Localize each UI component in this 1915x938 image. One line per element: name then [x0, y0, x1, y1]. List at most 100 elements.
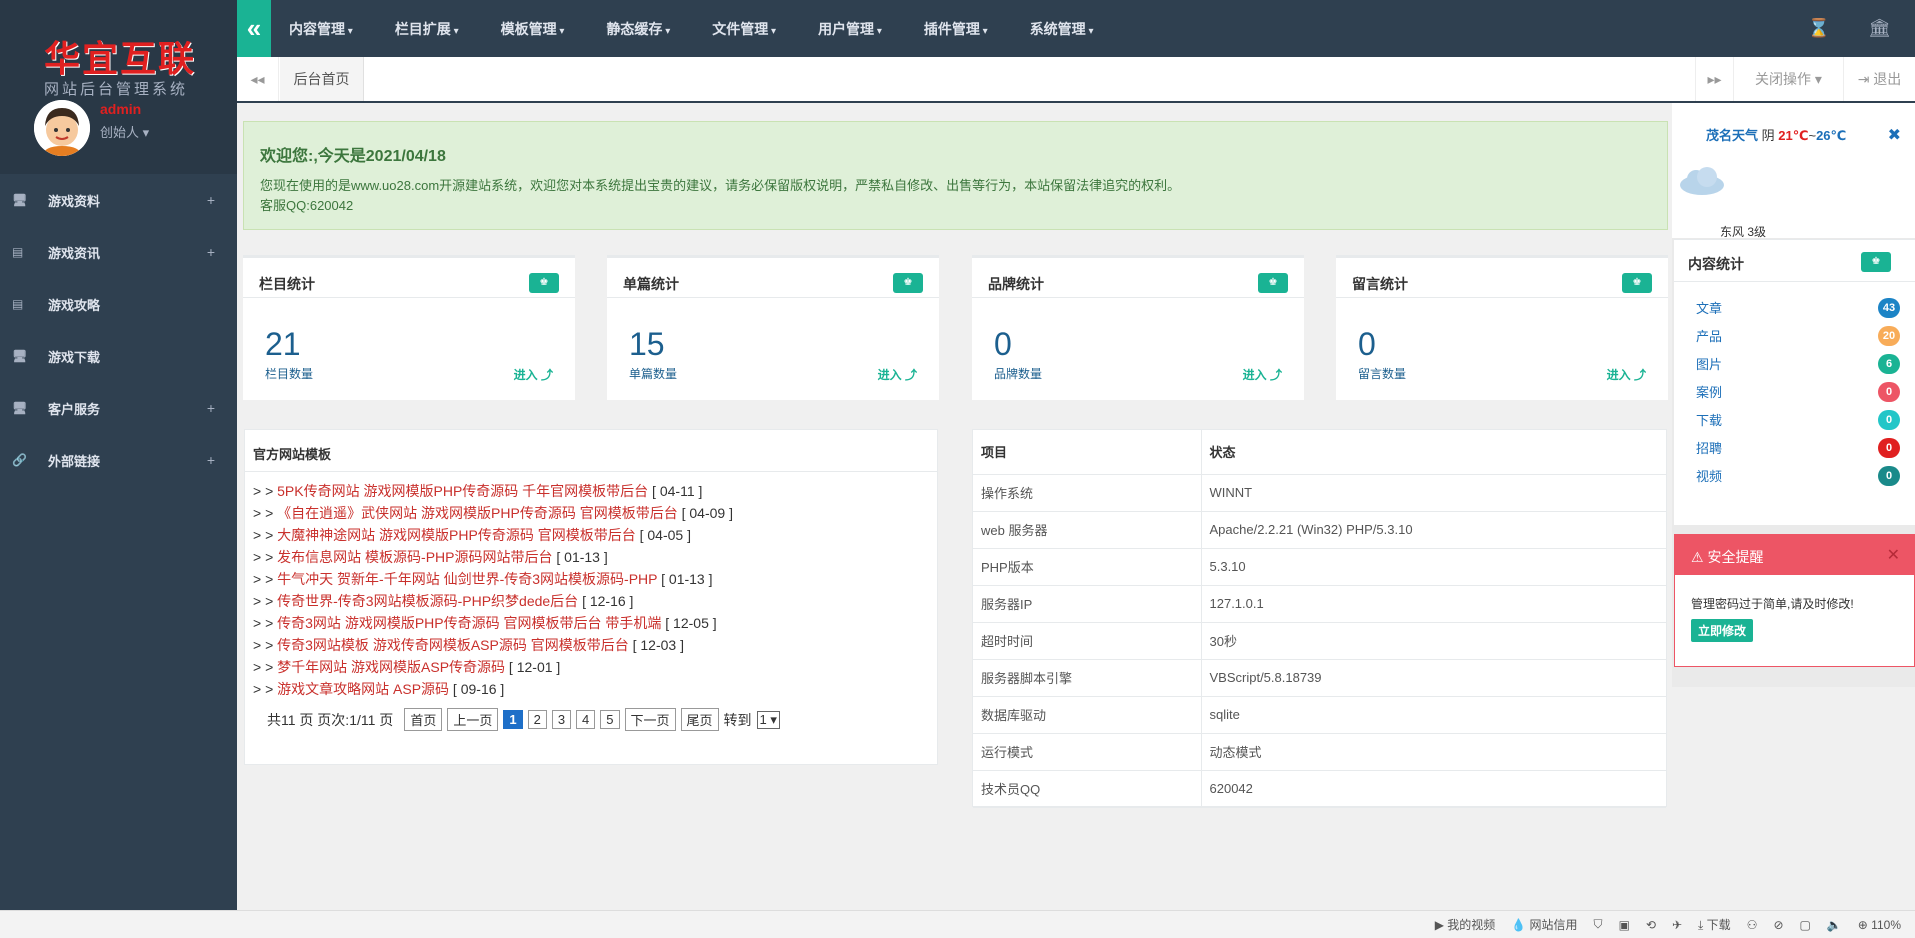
pager-next-button[interactable]: 下一页	[624, 708, 676, 731]
avatar[interactable]	[34, 100, 90, 156]
speaker-icon[interactable]: 🔈	[1827, 918, 1842, 932]
enter-link[interactable]: 进入 ⤴	[514, 366, 553, 383]
list-bullet: > >	[253, 615, 278, 631]
pager-prev-button[interactable]: 上一页	[447, 708, 499, 731]
table-header: 状态	[1201, 430, 1666, 475]
table-row: 数据库驱动 sqlite	[973, 696, 1666, 734]
template-link[interactable]: 游戏文章攻略网站 ASP源码	[277, 681, 449, 697]
template-link[interactable]: 《自在逍遥》武侠网站 游戏网模版PHP传奇源码 官网模板带后台	[277, 505, 678, 521]
list-bullet: > >	[253, 571, 278, 587]
stat-value: 15	[629, 326, 665, 362]
template-link[interactable]: 发布信息网站 模板源码-PHP源码网站带后台	[277, 549, 552, 565]
user-role-dropdown[interactable]: 创始人 ▾	[100, 122, 149, 141]
list-item: > > 大魔神神途网站 游戏网模版PHP传奇源码 官网模板带后台 [ 04-05…	[253, 524, 929, 546]
table-cell: 127.1.0.1	[1201, 585, 1666, 623]
template-link[interactable]: 大魔神神途网站 游戏网模版PHP传奇源码 官网模板带后台	[277, 527, 636, 543]
content-stat-row[interactable]: 图片 6	[1696, 354, 1900, 374]
menu-static-cache[interactable]: 静态缓存	[606, 19, 670, 39]
sidebar-item-game-download[interactable]: 🖥 游戏下载	[0, 330, 237, 382]
download-button[interactable]: ⤓ 下载	[1698, 916, 1731, 933]
menu-content-management[interactable]: 内容管理	[289, 19, 353, 39]
site-credit-button[interactable]: 💧 网站信用	[1511, 916, 1577, 933]
enter-link[interactable]: 进入 ⤴	[878, 366, 917, 383]
sidebar-item-label: 游戏攻略	[48, 297, 101, 313]
menu-column-extension[interactable]: 栏目扩展	[395, 19, 459, 39]
close-icon[interactable]: ✖	[1888, 125, 1901, 145]
list-bullet: > >	[253, 527, 278, 543]
content-stat-row[interactable]: 下载 0	[1696, 410, 1900, 430]
content-stat-row[interactable]: 文章 43	[1696, 298, 1900, 318]
template-link[interactable]: 传奇3网站 游戏网模版PHP传奇源码 官网模板带后台 带手机端	[277, 615, 661, 631]
close-icon[interactable]: ✕	[1887, 545, 1900, 565]
content-stat-row[interactable]: 案例 0	[1696, 382, 1900, 402]
image-icon[interactable]: ▣	[1619, 918, 1630, 932]
weather-city[interactable]: 茂名天气	[1706, 128, 1758, 143]
sidebar-item-game-data[interactable]: 🖥 游戏资料 +	[0, 174, 237, 226]
count-badge: 0	[1878, 438, 1900, 458]
content-stat-row[interactable]: 视频 0	[1696, 466, 1900, 486]
template-link[interactable]: 传奇世界-传奇3网站模板源码-PHP织梦dede后台	[277, 593, 578, 609]
block-icon[interactable]: ⊘	[1773, 918, 1783, 932]
menu-file-management[interactable]: 文件管理	[712, 19, 776, 39]
cloud-icon	[1678, 165, 1726, 200]
table-cell: 数据库驱动	[973, 696, 1202, 734]
change-password-button[interactable]: 立即修改	[1691, 619, 1754, 642]
enter-link[interactable]: 进入 ⤴	[1243, 366, 1282, 383]
template-link[interactable]: 传奇3网站模板 游戏传奇网模板ASP源码 官网模板带后台	[277, 637, 629, 653]
pager-last-button[interactable]: 尾页	[680, 708, 719, 731]
stat-label: 留言数量	[1358, 367, 1407, 381]
content-stat-row[interactable]: 招聘 0	[1696, 438, 1900, 458]
content-stat-row[interactable]: 产品 20	[1696, 326, 1900, 346]
my-video-button[interactable]: ▶ 我的视频	[1435, 916, 1496, 933]
menu-user-management[interactable]: 用户管理	[818, 19, 882, 39]
avatar-icon	[34, 100, 90, 156]
stat-card-title: 栏目统计	[259, 276, 315, 292]
glasses-icon[interactable]: ⚇	[1747, 918, 1758, 932]
menu-plugin-management[interactable]: 插件管理	[924, 19, 988, 39]
logo: 华宜互联	[44, 38, 197, 80]
welcome-banner: 欢迎您:,今天是2021/04/18 您现在使用的是www.uo28.com开源…	[243, 121, 1668, 230]
count-badge: 20	[1878, 326, 1900, 346]
hourglass-icon[interactable]: ⌛	[1808, 18, 1830, 39]
zoom-level[interactable]: ⊕ 110%	[1858, 918, 1901, 932]
table-cell: 30秒	[1201, 622, 1666, 660]
rocket-icon[interactable]: ✈	[1672, 918, 1682, 932]
pager-page-5[interactable]: 5	[600, 710, 620, 729]
close-operations-dropdown[interactable]: 关闭操作 ▾	[1733, 57, 1843, 101]
template-link[interactable]: 梦千年网站 游戏网模版ASP传奇源码	[277, 659, 505, 675]
menu-system-management[interactable]: 系统管理	[1030, 19, 1094, 39]
stat-value: 0	[1358, 326, 1376, 362]
table-cell: 运行模式	[973, 733, 1202, 771]
pager-page-2[interactable]: 2	[527, 710, 547, 729]
pager-page-3[interactable]: 3	[551, 710, 572, 729]
top-menu-bar: « 内容管理 栏目扩展 模板管理 静态缓存 文件管理 用户管理 插件管理 系统管…	[237, 0, 1915, 57]
tab-scroll-left-button[interactable]: ◂◂	[237, 57, 279, 101]
sidebar-item-game-guide[interactable]: ▤ 游戏攻略	[0, 278, 237, 330]
pager-goto-select[interactable]: 1 ▾	[756, 710, 780, 729]
template-link[interactable]: 牛气冲天 贺新年-千年网站 仙剑世界-传奇3网站模板源码-PHP	[277, 571, 657, 587]
sidebar-item-customer-service[interactable]: 🖥 客户服务 +	[0, 382, 237, 434]
menu-template-management[interactable]: 模板管理	[501, 19, 565, 39]
pager-page-4[interactable]: 4	[576, 710, 596, 729]
content-stat-label: 下载	[1696, 413, 1723, 428]
list-date: [ 12-03 ]	[628, 637, 684, 653]
enter-link[interactable]: 进入 ⤴	[1607, 366, 1646, 383]
pager-page-1[interactable]: 1	[503, 710, 523, 729]
logout-button[interactable]: ⇥ 退出	[1843, 57, 1915, 101]
expand-icon: +	[206, 192, 215, 208]
pager-first-button[interactable]: 首页	[404, 708, 443, 731]
window-icon[interactable]: ▢	[1800, 918, 1811, 932]
shield-icon[interactable]: ⛉	[1594, 917, 1603, 932]
table-cell: 620042	[1201, 770, 1666, 808]
template-link[interactable]: 5PK传奇网站 游戏网模版PHP传奇源码 千年官网模板带后台	[277, 483, 648, 499]
sidebar-item-external-links[interactable]: 🔗 外部链接 +	[0, 434, 237, 486]
brand-panel: 华宜互联 网站后台管理系统 admin 创始人 ▾	[0, 0, 237, 174]
history-icon[interactable]: ⟲	[1646, 918, 1656, 932]
tab-scroll-right-button[interactable]: ▸▸	[1695, 57, 1733, 101]
tab-dashboard-home[interactable]: 后台首页	[280, 57, 364, 101]
sidebar-item-game-news[interactable]: ▤ 游戏资讯 +	[0, 226, 237, 278]
bank-icon[interactable]: 🏛	[1868, 18, 1891, 39]
stat-card-title: 单篇统计	[623, 276, 679, 292]
expand-icon: +	[206, 244, 215, 260]
double-chevron-left-icon[interactable]: «	[237, 0, 271, 57]
